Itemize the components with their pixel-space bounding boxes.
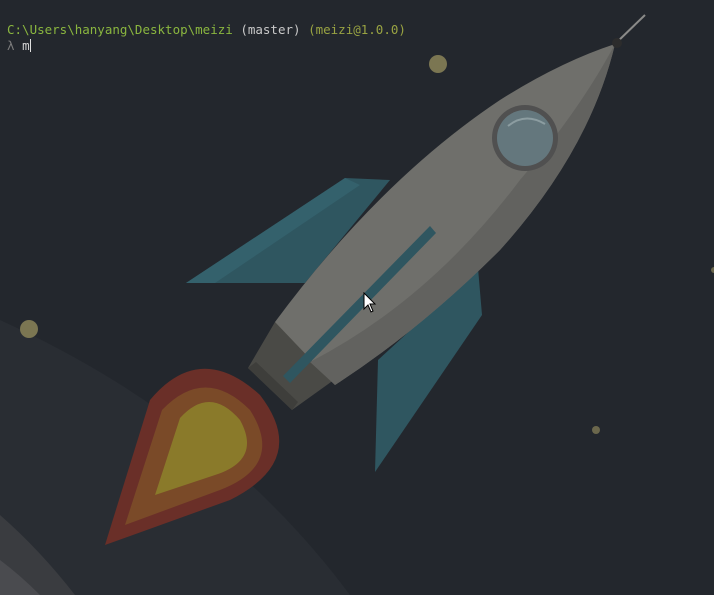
prompt-package-version: (meizi@1.0.0): [308, 22, 406, 37]
prompt-git-branch: (master): [240, 22, 301, 37]
command-input-text[interactable]: m: [22, 38, 30, 53]
prompt-lambda-symbol: λ: [7, 38, 15, 53]
command-input-line[interactable]: λ m: [7, 38, 31, 54]
star: [20, 320, 38, 338]
mouse-pointer-icon: [363, 292, 377, 313]
star: [429, 55, 447, 73]
rocket-wallpaper: [0, 14, 714, 595]
text-caret: [29, 39, 31, 52]
prompt-path: C:\Users\hanyang\Desktop\meizi: [7, 22, 233, 37]
star: [592, 426, 600, 434]
prompt-line: C:\Users\hanyang\Desktop\meizi (master) …: [7, 22, 406, 38]
terminal-window[interactable]: C:\Users\hanyang\Desktop\meizi (master) …: [0, 0, 714, 595]
rocket-tip: [612, 38, 622, 48]
